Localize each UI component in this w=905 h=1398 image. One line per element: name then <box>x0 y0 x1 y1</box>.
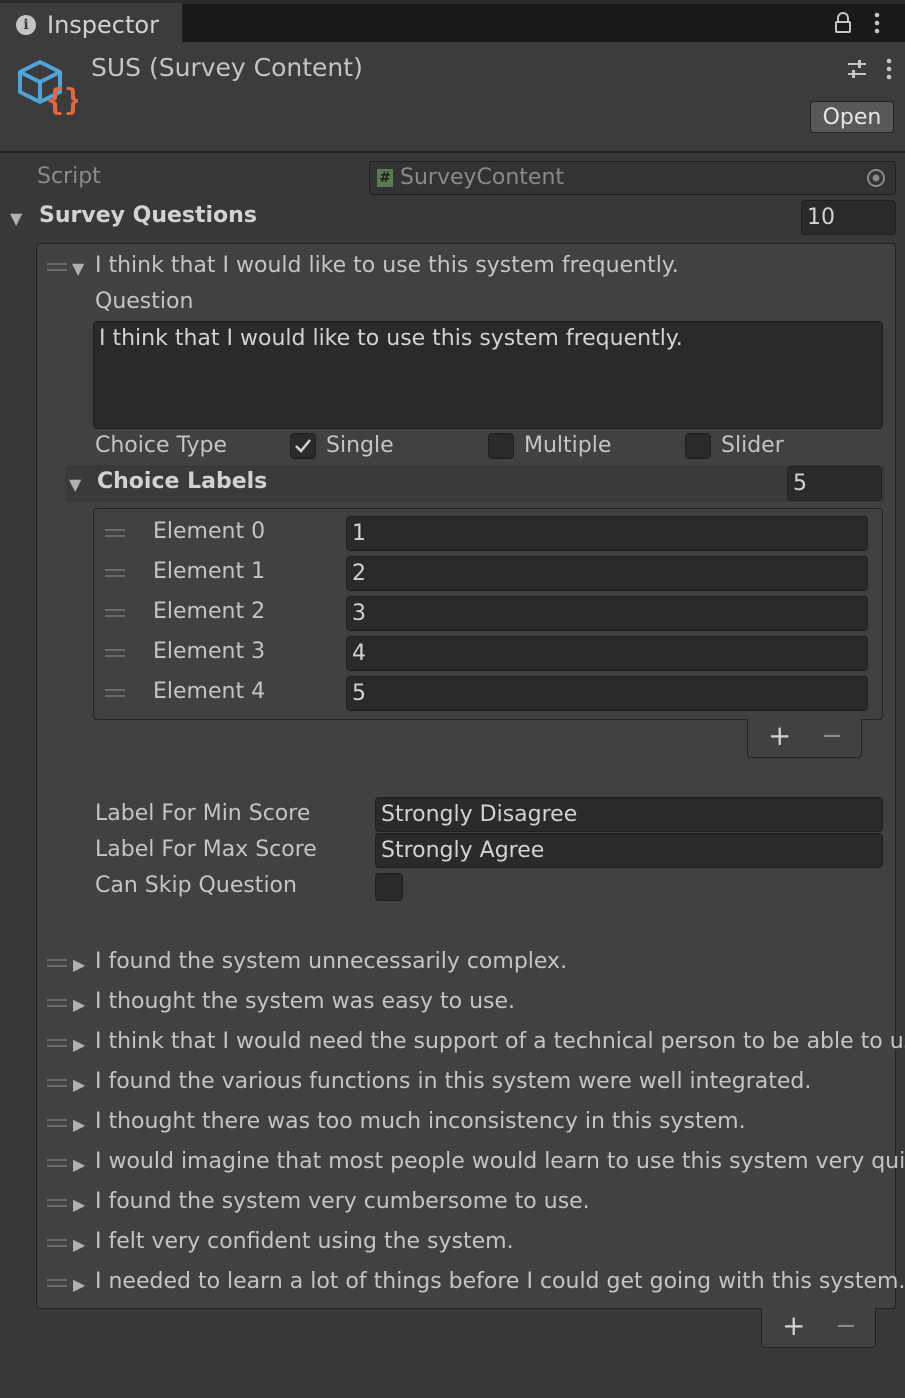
choice-labels-foldout-icon[interactable]: ▼ <box>69 475 81 494</box>
item-foldout-icon[interactable]: ▶ <box>73 1195 85 1214</box>
item-foldout-icon[interactable]: ▶ <box>73 1075 85 1094</box>
drag-handle-icon[interactable] <box>105 689 125 697</box>
choice-labels-count[interactable]: 5 <box>787 466 882 501</box>
item-foldout-icon[interactable]: ▶ <box>73 1155 85 1174</box>
item-foldout-icon[interactable]: ▶ <box>73 1275 85 1294</box>
header-menu-icon[interactable] <box>884 58 894 80</box>
survey-questions-footer: + − <box>761 1308 876 1348</box>
choice-labels-label: Choice Labels <box>97 469 268 494</box>
min-score-field[interactable]: Strongly Disagree <box>375 797 883 832</box>
drag-handle-icon[interactable] <box>47 999 67 1007</box>
tab-title: Inspector <box>47 11 159 39</box>
drag-handle-icon[interactable] <box>47 959 67 967</box>
list-item[interactable]: I needed to learn a lot of things before… <box>95 1269 905 1294</box>
survey-questions-label: Survey Questions <box>39 203 257 228</box>
list-item[interactable]: I would imagine that most people would l… <box>95 1149 905 1174</box>
drag-handle-icon[interactable] <box>105 609 125 617</box>
asset-title: SUS (Survey Content) <box>91 53 363 82</box>
expanded-item-title: I think that I would like to use this sy… <box>95 253 679 278</box>
survey-questions-foldout-icon[interactable]: ▼ <box>10 209 22 228</box>
open-button[interactable]: Open <box>810 101 894 133</box>
script-label: Script <box>37 164 101 189</box>
element-value-field[interactable]: 2 <box>346 556 868 591</box>
choice-multiple-checkbox[interactable] <box>488 433 514 459</box>
drag-handle-icon[interactable] <box>105 529 125 537</box>
choice-multiple-label: Multiple <box>524 433 612 458</box>
item-foldout-icon[interactable]: ▶ <box>73 1035 85 1054</box>
list-item[interactable]: I found the various functions in this sy… <box>95 1069 811 1094</box>
list-item[interactable]: I felt very confident using the system. <box>95 1229 514 1254</box>
object-picker-icon[interactable] <box>866 168 886 188</box>
tab-inspector[interactable]: i Inspector <box>0 3 183 45</box>
item-foldout-icon[interactable]: ▶ <box>73 1115 85 1134</box>
element-value-field[interactable]: 4 <box>346 636 868 671</box>
can-skip-label: Can Skip Question <box>95 873 297 898</box>
drag-handle-icon[interactable] <box>47 1239 67 1247</box>
scriptable-object-icon: {} <box>16 58 82 118</box>
add-element-button[interactable]: + <box>768 721 791 751</box>
choice-labels-footer: + − <box>747 719 862 758</box>
list-item[interactable]: I think that I would need the support of… <box>95 1029 905 1054</box>
item-foldout-icon[interactable]: ▶ <box>73 1235 85 1254</box>
info-icon: i <box>16 15 36 35</box>
settings-sliders-icon[interactable] <box>846 58 868 80</box>
element-label: Element 3 <box>153 639 266 664</box>
choice-type-label: Choice Type <box>95 433 228 458</box>
list-item[interactable]: I thought the system was easy to use. <box>95 989 515 1014</box>
element-label: Element 2 <box>153 599 266 624</box>
item-foldout-icon[interactable]: ▶ <box>73 995 85 1014</box>
item-foldout-icon[interactable]: ▼ <box>72 259 84 278</box>
element-label: Element 1 <box>153 559 266 584</box>
drag-handle-icon[interactable] <box>105 649 125 657</box>
list-item[interactable]: I found the system very cumbersome to us… <box>95 1189 590 1214</box>
drag-handle-icon[interactable] <box>47 263 67 271</box>
list-item[interactable]: I thought there was too much inconsisten… <box>95 1109 746 1134</box>
remove-question-button[interactable]: − <box>835 1311 857 1341</box>
question-textarea[interactable]: I think that I would like to use this sy… <box>93 321 883 429</box>
drag-handle-icon[interactable] <box>47 1079 67 1087</box>
drag-handle-icon[interactable] <box>47 1279 67 1287</box>
can-skip-checkbox[interactable] <box>375 873 403 901</box>
max-score-field[interactable]: Strongly Agree <box>375 833 883 868</box>
drag-handle-icon[interactable] <box>105 569 125 577</box>
element-label: Element 4 <box>153 679 266 704</box>
checkmark-icon <box>295 439 311 453</box>
element-value-field[interactable]: 1 <box>346 516 868 551</box>
add-question-button[interactable]: + <box>782 1311 805 1341</box>
item-foldout-icon[interactable]: ▶ <box>73 955 85 974</box>
csharp-script-icon: # <box>377 169 393 187</box>
element-label: Element 0 <box>153 519 266 544</box>
question-label: Question <box>95 289 194 314</box>
drag-handle-icon[interactable] <box>47 1199 67 1207</box>
choice-slider-checkbox[interactable] <box>685 433 711 459</box>
choice-slider-label: Slider <box>721 433 784 458</box>
remove-element-button[interactable]: − <box>821 721 843 751</box>
max-score-label: Label For Max Score <box>95 837 317 862</box>
script-value: SurveyContent <box>400 165 565 190</box>
lock-icon[interactable] <box>834 12 852 34</box>
survey-questions-count[interactable]: 10 <box>801 200 896 235</box>
element-value-field[interactable]: 3 <box>346 596 868 631</box>
script-field[interactable]: # SurveyContent <box>369 161 896 195</box>
drag-handle-icon[interactable] <box>47 1039 67 1047</box>
choice-single-label: Single <box>326 433 394 458</box>
drag-handle-icon[interactable] <box>47 1159 67 1167</box>
svg-text:{}: {} <box>46 83 78 118</box>
choice-single-checkbox[interactable] <box>290 433 316 459</box>
tab-menu-icon[interactable] <box>872 12 882 34</box>
element-value-field[interactable]: 5 <box>346 676 868 711</box>
min-score-label: Label For Min Score <box>95 801 311 826</box>
list-item[interactable]: I found the system unnecessarily complex… <box>95 949 567 974</box>
drag-handle-icon[interactable] <box>47 1119 67 1127</box>
